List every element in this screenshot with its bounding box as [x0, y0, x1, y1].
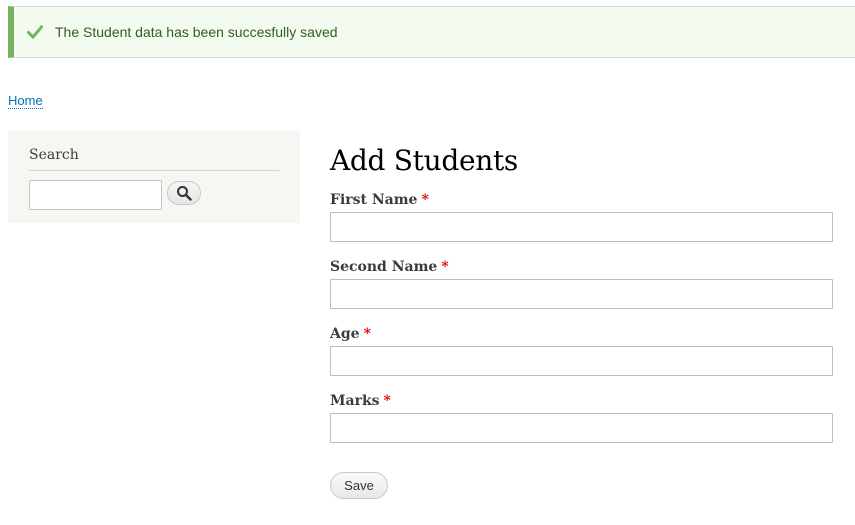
- first-name-label: First Name *: [330, 192, 429, 208]
- required-marker: *: [383, 393, 391, 409]
- breadcrumb: Home: [8, 93, 43, 109]
- marks-label-text: Marks: [330, 393, 380, 409]
- check-icon: [27, 25, 43, 39]
- status-message: The Student data has been succesfully sa…: [8, 6, 855, 58]
- second-name-label: Second Name *: [330, 259, 449, 275]
- search-block-title: Search: [29, 147, 79, 163]
- age-label: Age *: [330, 326, 371, 342]
- first-name-label-text: First Name: [330, 192, 418, 208]
- first-name-input[interactable]: [330, 212, 833, 242]
- magnifier-icon: [177, 186, 192, 201]
- age-input[interactable]: [330, 346, 833, 376]
- required-marker: *: [441, 259, 449, 275]
- status-message-text: The Student data has been succesfully sa…: [55, 24, 338, 40]
- second-name-input[interactable]: [330, 279, 833, 309]
- breadcrumb-home-link[interactable]: Home: [8, 93, 43, 109]
- page-title: Add Students: [330, 144, 518, 177]
- required-marker: *: [363, 326, 371, 342]
- search-input[interactable]: [29, 180, 162, 210]
- search-button[interactable]: [167, 181, 201, 205]
- second-name-label-text: Second Name: [330, 259, 438, 275]
- required-marker: *: [421, 192, 429, 208]
- age-label-text: Age: [330, 326, 360, 342]
- save-button[interactable]: Save: [330, 472, 388, 499]
- search-block-divider: [29, 170, 279, 171]
- sidebar-search-block: Search: [8, 131, 300, 223]
- page: The Student data has been succesfully sa…: [0, 0, 855, 525]
- marks-input[interactable]: [330, 413, 833, 443]
- marks-label: Marks *: [330, 393, 391, 409]
